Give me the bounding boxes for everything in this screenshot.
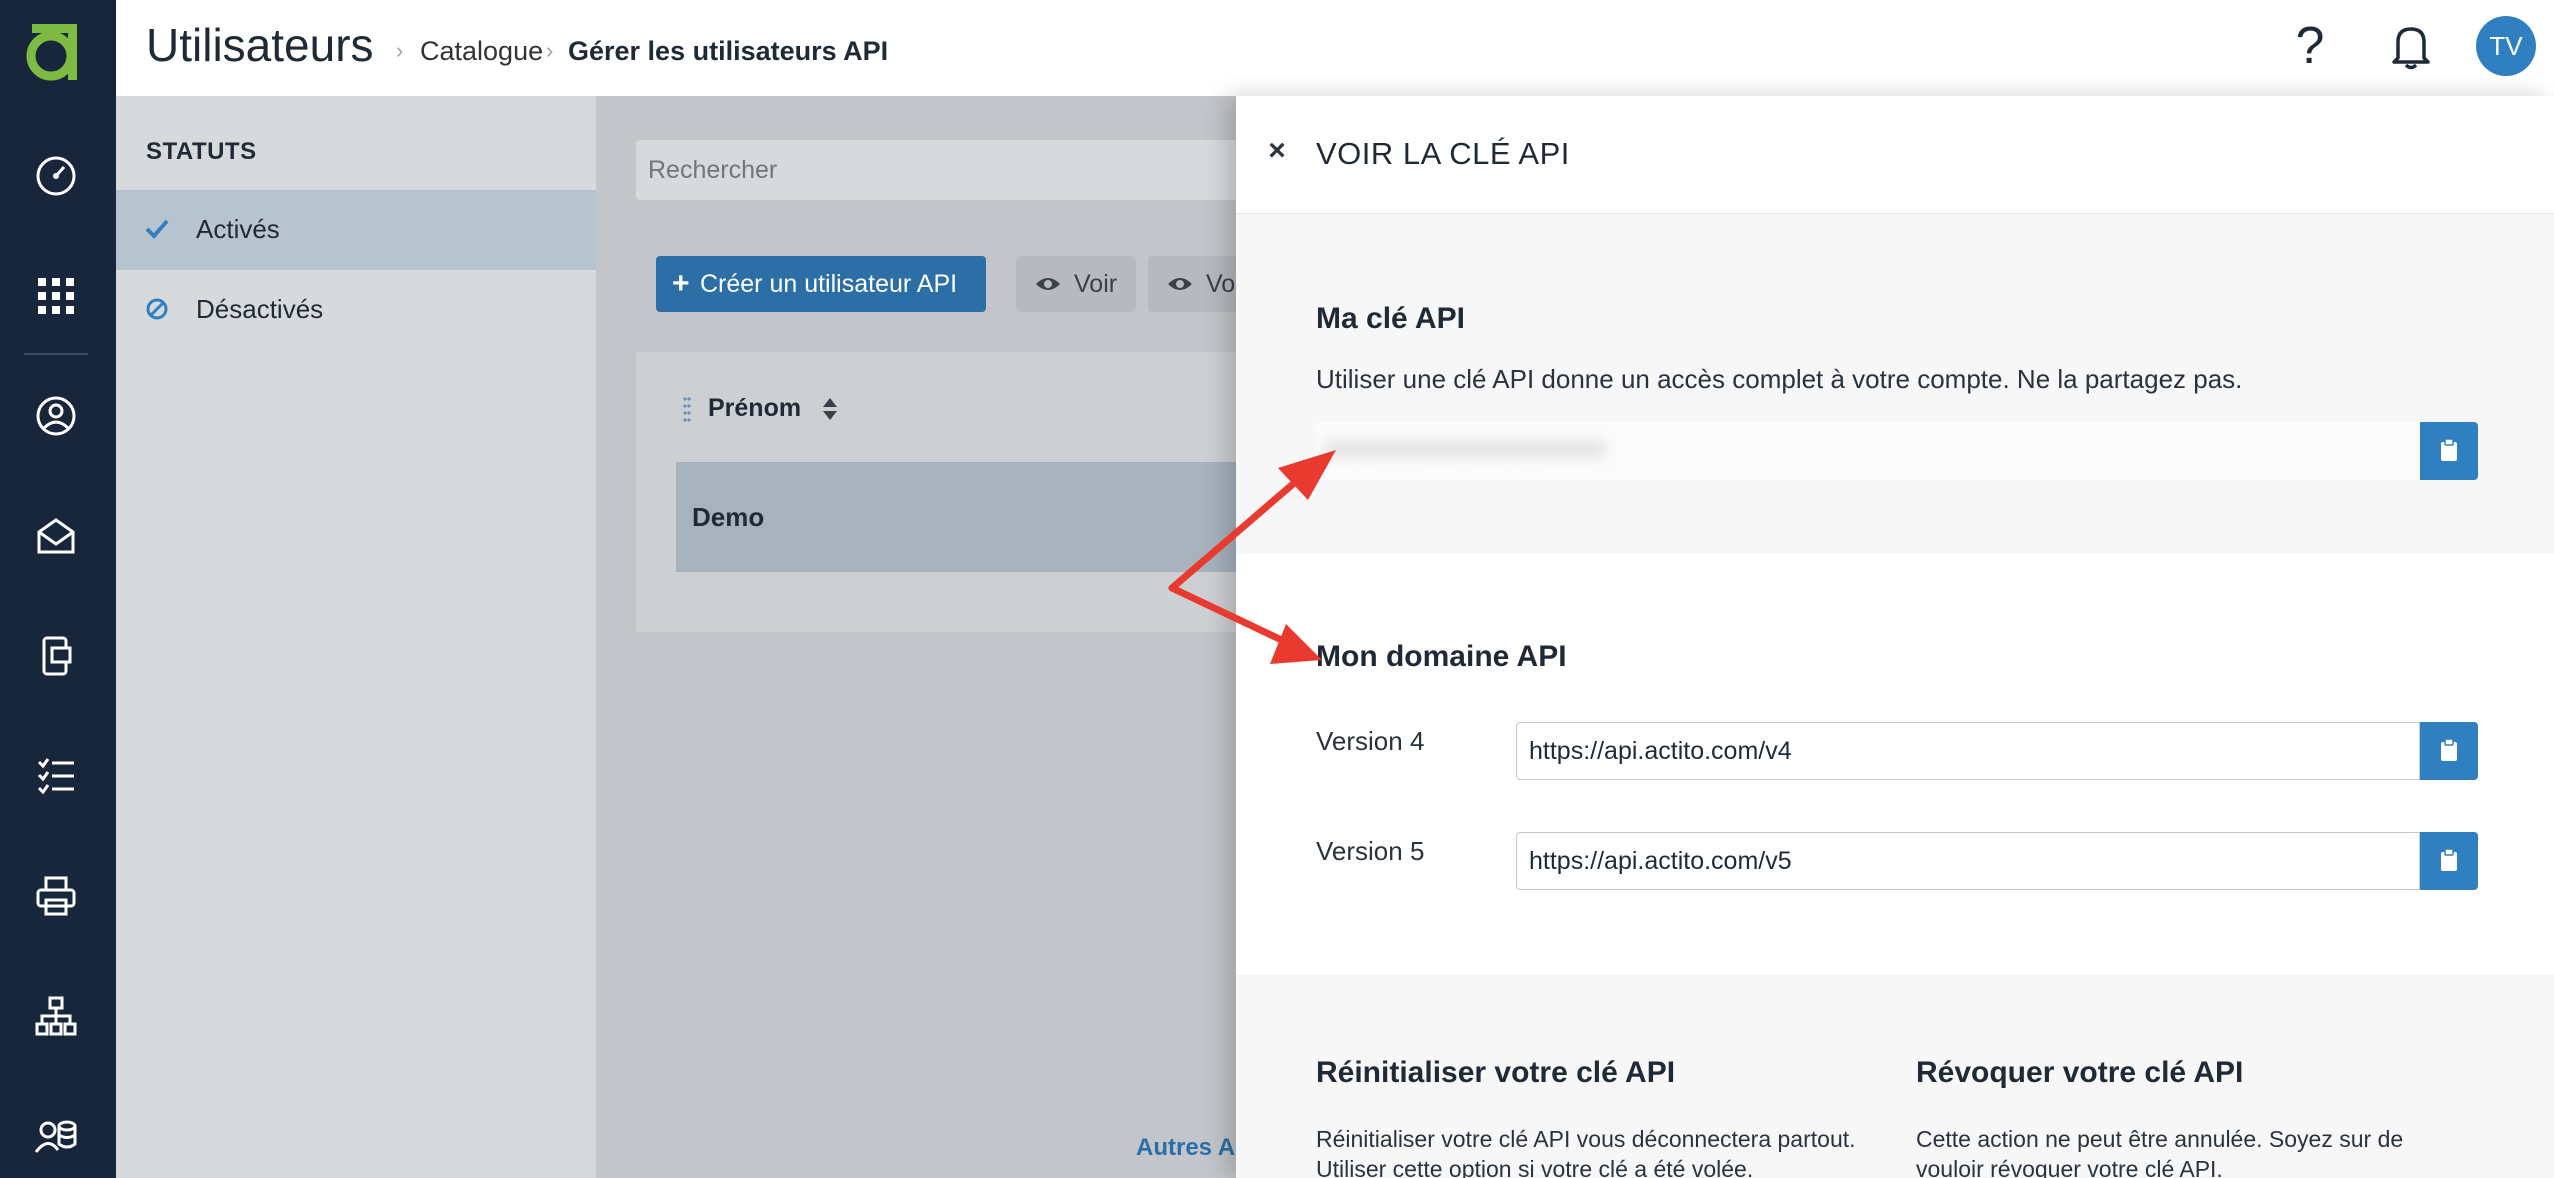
api-domain-title: Mon domaine API bbox=[1316, 640, 1567, 673]
copy-api-key-button[interactable] bbox=[2420, 422, 2478, 480]
dashboard-icon[interactable] bbox=[28, 148, 84, 204]
status-item-disabled[interactable]: Désactivés bbox=[116, 270, 596, 350]
status-label: Désactivés bbox=[196, 294, 324, 324]
revoke-key-description: Cette action ne peut être annulée. Soyez… bbox=[1916, 1126, 2404, 1178]
api-key-value: ffffffffffffffffffffffffffffffffff bbox=[1326, 438, 1607, 465]
version-5-url-input[interactable] bbox=[1516, 832, 2420, 890]
view-button-label: Voir bbox=[1074, 270, 1118, 298]
breadcrumb-chevron-icon: › bbox=[396, 38, 404, 63]
api-key-description: Utiliser une clé API donne un accès comp… bbox=[1316, 364, 2243, 394]
column-header-firstname[interactable]: Prénom bbox=[708, 394, 801, 423]
mobile-form-icon[interactable] bbox=[28, 628, 84, 684]
breadcrumb-current: Gérer les utilisateurs API bbox=[568, 36, 889, 66]
avatar[interactable]: TV bbox=[2476, 16, 2536, 76]
users-data-icon[interactable] bbox=[28, 1108, 84, 1164]
other-actions-link[interactable]: Autres Ac bbox=[1136, 1134, 1236, 1162]
email-icon[interactable] bbox=[28, 508, 84, 564]
top-header: Utilisateurs › Catalogue › Gérer les uti… bbox=[116, 0, 2554, 96]
create-button-label: Créer un utilisateur API bbox=[700, 270, 958, 298]
bell-icon[interactable] bbox=[2386, 20, 2436, 72]
view-button[interactable]: Voir bbox=[1016, 256, 1136, 312]
api-domain-section: Mon domaine API Version 4 Version 5 bbox=[1236, 554, 2554, 974]
eye-icon bbox=[1036, 278, 1060, 290]
eye-icon bbox=[1168, 278, 1192, 290]
api-key-title: Ma clé API bbox=[1316, 302, 1465, 335]
version-4-label: Version 4 bbox=[1316, 726, 1425, 756]
drawer-title: VOIR LA CLÉ API bbox=[1316, 136, 1570, 171]
status-filter-panel: STATUTS Activés Désactivés bbox=[116, 96, 596, 1178]
breadcrumb-chevron-icon: › bbox=[546, 38, 554, 63]
logo-icon[interactable] bbox=[22, 18, 86, 86]
status-title: STATUTS bbox=[146, 138, 257, 165]
main-content: + Créer un utilisateur API Voir Voi Prén… bbox=[596, 96, 1236, 1178]
view-button-label: Voi bbox=[1206, 270, 1236, 298]
revoke-key-title: Révoquer votre clé API bbox=[1916, 1056, 2244, 1089]
reset-key-title: Réinitialiser votre clé API bbox=[1316, 1056, 1676, 1089]
version-4-url-input[interactable] bbox=[1516, 722, 2420, 780]
close-icon[interactable]: × bbox=[1262, 136, 1292, 166]
table-cell-firstname: Demo bbox=[692, 502, 765, 532]
breadcrumb-catalogue[interactable]: Catalogue bbox=[420, 36, 543, 67]
sitemap-icon[interactable] bbox=[28, 988, 84, 1044]
status-label: Activés bbox=[196, 214, 280, 244]
check-icon bbox=[145, 219, 169, 239]
printer-icon[interactable] bbox=[28, 868, 84, 924]
plus-icon: + bbox=[672, 267, 690, 300]
clipboard-icon bbox=[2441, 848, 2457, 871]
api-key-field[interactable]: ffffffffffffffffffffffffffffffffff bbox=[1316, 422, 2420, 480]
drawer-header: × VOIR LA CLÉ API bbox=[1236, 96, 2554, 214]
copy-v5-url-button[interactable] bbox=[2420, 832, 2478, 890]
left-nav bbox=[0, 0, 116, 1178]
checklist-icon[interactable] bbox=[28, 748, 84, 804]
clipboard-icon bbox=[2441, 738, 2457, 761]
version-5-label: Version 5 bbox=[1316, 836, 1425, 866]
nav-divider bbox=[24, 353, 88, 355]
api-key-section: Ma clé API Utiliser une clé API donne un… bbox=[1236, 214, 2554, 554]
api-key-drawer: × VOIR LA CLÉ API Ma clé API Utiliser un… bbox=[1236, 96, 2554, 1178]
ban-icon bbox=[146, 298, 168, 320]
apps-grid-icon[interactable] bbox=[28, 268, 84, 324]
drag-handle-icon[interactable] bbox=[682, 396, 692, 422]
user-circle-icon[interactable] bbox=[28, 388, 84, 444]
status-item-active[interactable]: Activés bbox=[116, 190, 596, 270]
search-input[interactable] bbox=[648, 156, 1228, 185]
help-icon[interactable]: ? bbox=[2282, 16, 2338, 76]
page-title: Utilisateurs bbox=[146, 19, 374, 71]
reset-key-description: Réinitialiser votre clé API vous déconne… bbox=[1316, 1126, 1856, 1178]
search-box[interactable] bbox=[636, 140, 1236, 200]
key-actions-section: Réinitialiser votre clé API Réinitialise… bbox=[1236, 974, 2554, 1178]
clipboard-icon bbox=[2441, 438, 2457, 461]
create-api-user-button[interactable]: + Créer un utilisateur API bbox=[656, 256, 986, 312]
copy-v4-url-button[interactable] bbox=[2420, 722, 2478, 780]
sort-icon[interactable] bbox=[822, 396, 838, 422]
table-row[interactable]: Demo bbox=[676, 462, 1236, 572]
view-button-2[interactable]: Voi bbox=[1148, 256, 1236, 312]
